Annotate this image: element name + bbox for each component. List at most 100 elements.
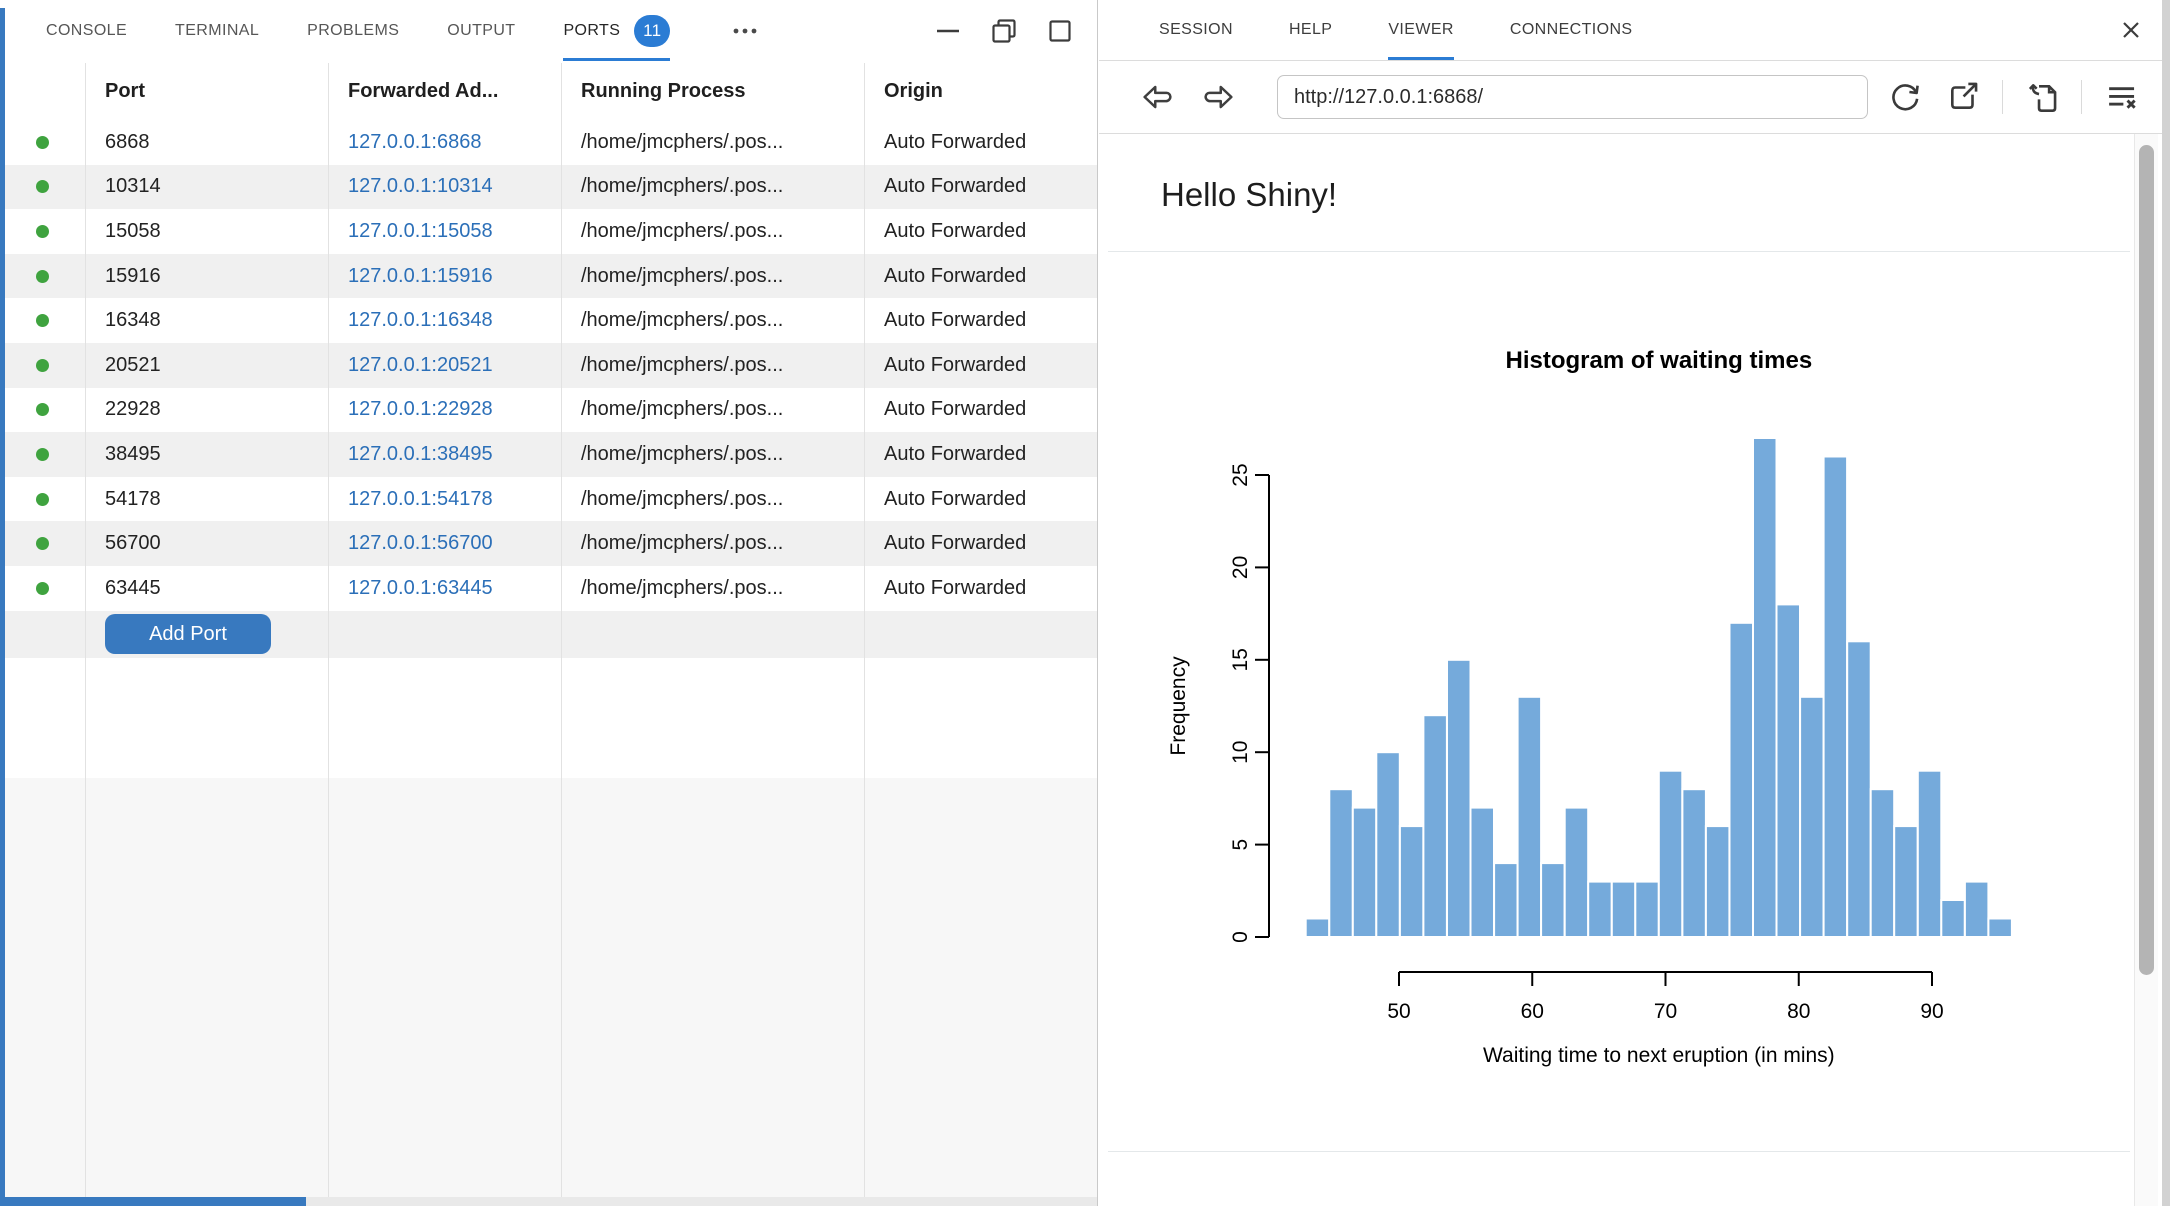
running-process: /home/jmcphers/.pos... (561, 532, 864, 555)
tab-session[interactable]: SESSION (1159, 0, 1233, 60)
tab-terminal[interactable]: TERMINAL (175, 0, 259, 61)
horizontal-scrollbar-thumb[interactable] (0, 1197, 306, 1206)
viewer-toolbar (1099, 61, 2170, 134)
toolbar-separator (2081, 80, 2082, 114)
ports-table: Port Forwarded Ad... Running Process Ori… (0, 63, 1097, 1197)
histogram-bar (1894, 826, 1918, 937)
port-row[interactable]: 15916 127.0.0.1:15916 /home/jmcphers/.po… (0, 254, 1097, 299)
port-status-icon (36, 359, 49, 372)
histogram-bar (1494, 863, 1518, 937)
port-number: 20521 (85, 354, 328, 377)
port-row[interactable]: 15058 127.0.0.1:15058 /home/jmcphers/.po… (0, 209, 1097, 254)
port-row[interactable]: 38495 127.0.0.1:38495 /home/jmcphers/.po… (0, 432, 1097, 477)
port-number: 38495 (85, 443, 328, 466)
clear-viewer-icon[interactable] (2102, 78, 2140, 116)
port-row[interactable]: 20521 127.0.0.1:20521 /home/jmcphers/.po… (0, 343, 1097, 388)
histogram-bar (1800, 697, 1824, 937)
port-number: 54178 (85, 488, 328, 511)
histogram-bar (1447, 660, 1471, 937)
column-header-origin[interactable]: Origin (864, 80, 1097, 103)
port-row[interactable]: 22928 127.0.0.1:22928 /home/jmcphers/.po… (0, 388, 1097, 433)
port-status-icon (36, 403, 49, 416)
tab-help[interactable]: HELP (1289, 0, 1332, 60)
forwarded-address-link[interactable]: 127.0.0.1:56700 (348, 532, 493, 554)
ports-table-body: 6868 127.0.0.1:6868 /home/jmcphers/.pos.… (0, 120, 1097, 611)
running-process: /home/jmcphers/.pos... (561, 131, 864, 154)
port-origin: Auto Forwarded (864, 309, 1097, 332)
export-icon[interactable] (2023, 78, 2061, 116)
histogram-bar (1541, 863, 1565, 937)
port-row[interactable]: 6868 127.0.0.1:6868 /home/jmcphers/.pos.… (0, 120, 1097, 165)
forwarded-address-link[interactable]: 127.0.0.1:63445 (348, 577, 493, 599)
vertical-scrollbar-track (2134, 134, 2158, 1206)
svg-text:15: 15 (1229, 648, 1252, 671)
forwarded-address-link[interactable]: 127.0.0.1:54178 (348, 488, 493, 510)
tab-problems[interactable]: PROBLEMS (307, 0, 399, 61)
port-row[interactable]: 10314 127.0.0.1:10314 /home/jmcphers/.po… (0, 165, 1097, 210)
forward-icon[interactable] (1197, 77, 1237, 117)
forwarded-address-link[interactable]: 127.0.0.1:22928 (348, 398, 493, 420)
column-header-port[interactable]: Port (85, 80, 328, 103)
panel-tab-bar: CONSOLE TERMINAL PROBLEMS OUTPUT PORTS 1… (0, 0, 1097, 61)
running-process: /home/jmcphers/.pos... (561, 354, 864, 377)
port-row[interactable]: 56700 127.0.0.1:56700 /home/jmcphers/.po… (0, 521, 1097, 566)
panel-focus-indicator (0, 8, 5, 1197)
port-origin: Auto Forwarded (864, 354, 1097, 377)
forwarded-address-link[interactable]: 127.0.0.1:15916 (348, 265, 493, 287)
forwarded-address-link[interactable]: 127.0.0.1:16348 (348, 309, 493, 331)
port-origin: Auto Forwarded (864, 577, 1097, 600)
forwarded-address-link[interactable]: 127.0.0.1:6868 (348, 131, 481, 153)
histogram-bar (1730, 623, 1754, 937)
tab-viewer[interactable]: VIEWER (1388, 0, 1454, 60)
vertical-scrollbar-thumb[interactable] (2139, 145, 2154, 975)
tab-connections[interactable]: CONNECTIONS (1510, 0, 1633, 60)
url-input[interactable] (1277, 75, 1868, 119)
column-header-forwarded-address[interactable]: Forwarded Ad... (328, 80, 561, 103)
port-origin: Auto Forwarded (864, 443, 1097, 466)
back-icon[interactable] (1139, 77, 1179, 117)
histogram-bar (1659, 771, 1683, 937)
histogram-bar (1777, 604, 1801, 937)
svg-text:20: 20 (1229, 556, 1252, 579)
add-port-row: Add Port (0, 611, 1097, 658)
port-status-icon (36, 270, 49, 283)
open-external-icon[interactable] (1944, 78, 1982, 116)
svg-text:5: 5 (1229, 839, 1252, 851)
histogram-bar (1988, 919, 2012, 938)
port-origin: Auto Forwarded (864, 220, 1097, 243)
port-row[interactable]: 63445 127.0.0.1:63445 /home/jmcphers/.po… (0, 566, 1097, 611)
column-header-running-process[interactable]: Running Process (561, 80, 864, 103)
histogram-bar (1400, 826, 1424, 937)
tab-console[interactable]: CONSOLE (46, 0, 127, 61)
running-process: /home/jmcphers/.pos... (561, 309, 864, 332)
app-window: CONSOLE TERMINAL PROBLEMS OUTPUT PORTS 1… (0, 0, 2170, 1206)
maximize-icon[interactable] (1045, 16, 1075, 46)
tab-ports[interactable]: PORTS 11 (563, 0, 670, 61)
port-status-icon (36, 180, 49, 193)
restore-icon[interactable] (989, 16, 1019, 46)
port-status-icon (36, 314, 49, 327)
refresh-icon[interactable] (1886, 78, 1924, 116)
viewer-content: Hello Shiny! 05101520255060708090Histogr… (1099, 134, 2170, 1206)
port-number: 6868 (85, 131, 328, 154)
running-process: /home/jmcphers/.pos... (561, 443, 864, 466)
add-port-button[interactable]: Add Port (105, 614, 271, 654)
more-actions-icon[interactable] (728, 0, 762, 61)
forwarded-address-link[interactable]: 127.0.0.1:15058 (348, 220, 493, 242)
port-row[interactable]: 54178 127.0.0.1:54178 /home/jmcphers/.po… (0, 477, 1097, 522)
forwarded-address-link[interactable]: 127.0.0.1:20521 (348, 354, 493, 376)
histogram-bar (1306, 919, 1330, 938)
forwarded-address-link[interactable]: 127.0.0.1:38495 (348, 443, 493, 465)
port-status-icon (36, 582, 49, 595)
port-row[interactable]: 16348 127.0.0.1:16348 /home/jmcphers/.po… (0, 298, 1097, 343)
port-origin: Auto Forwarded (864, 175, 1097, 198)
minimize-icon[interactable] (933, 16, 963, 46)
running-process: /home/jmcphers/.pos... (561, 398, 864, 421)
port-status-icon (36, 136, 49, 149)
tab-output[interactable]: OUTPUT (447, 0, 515, 61)
running-process: /home/jmcphers/.pos... (561, 488, 864, 511)
forwarded-address-link[interactable]: 127.0.0.1:10314 (348, 175, 493, 197)
histogram-bar (1824, 457, 1848, 938)
running-process: /home/jmcphers/.pos... (561, 265, 864, 288)
histogram-bar (1635, 882, 1659, 937)
